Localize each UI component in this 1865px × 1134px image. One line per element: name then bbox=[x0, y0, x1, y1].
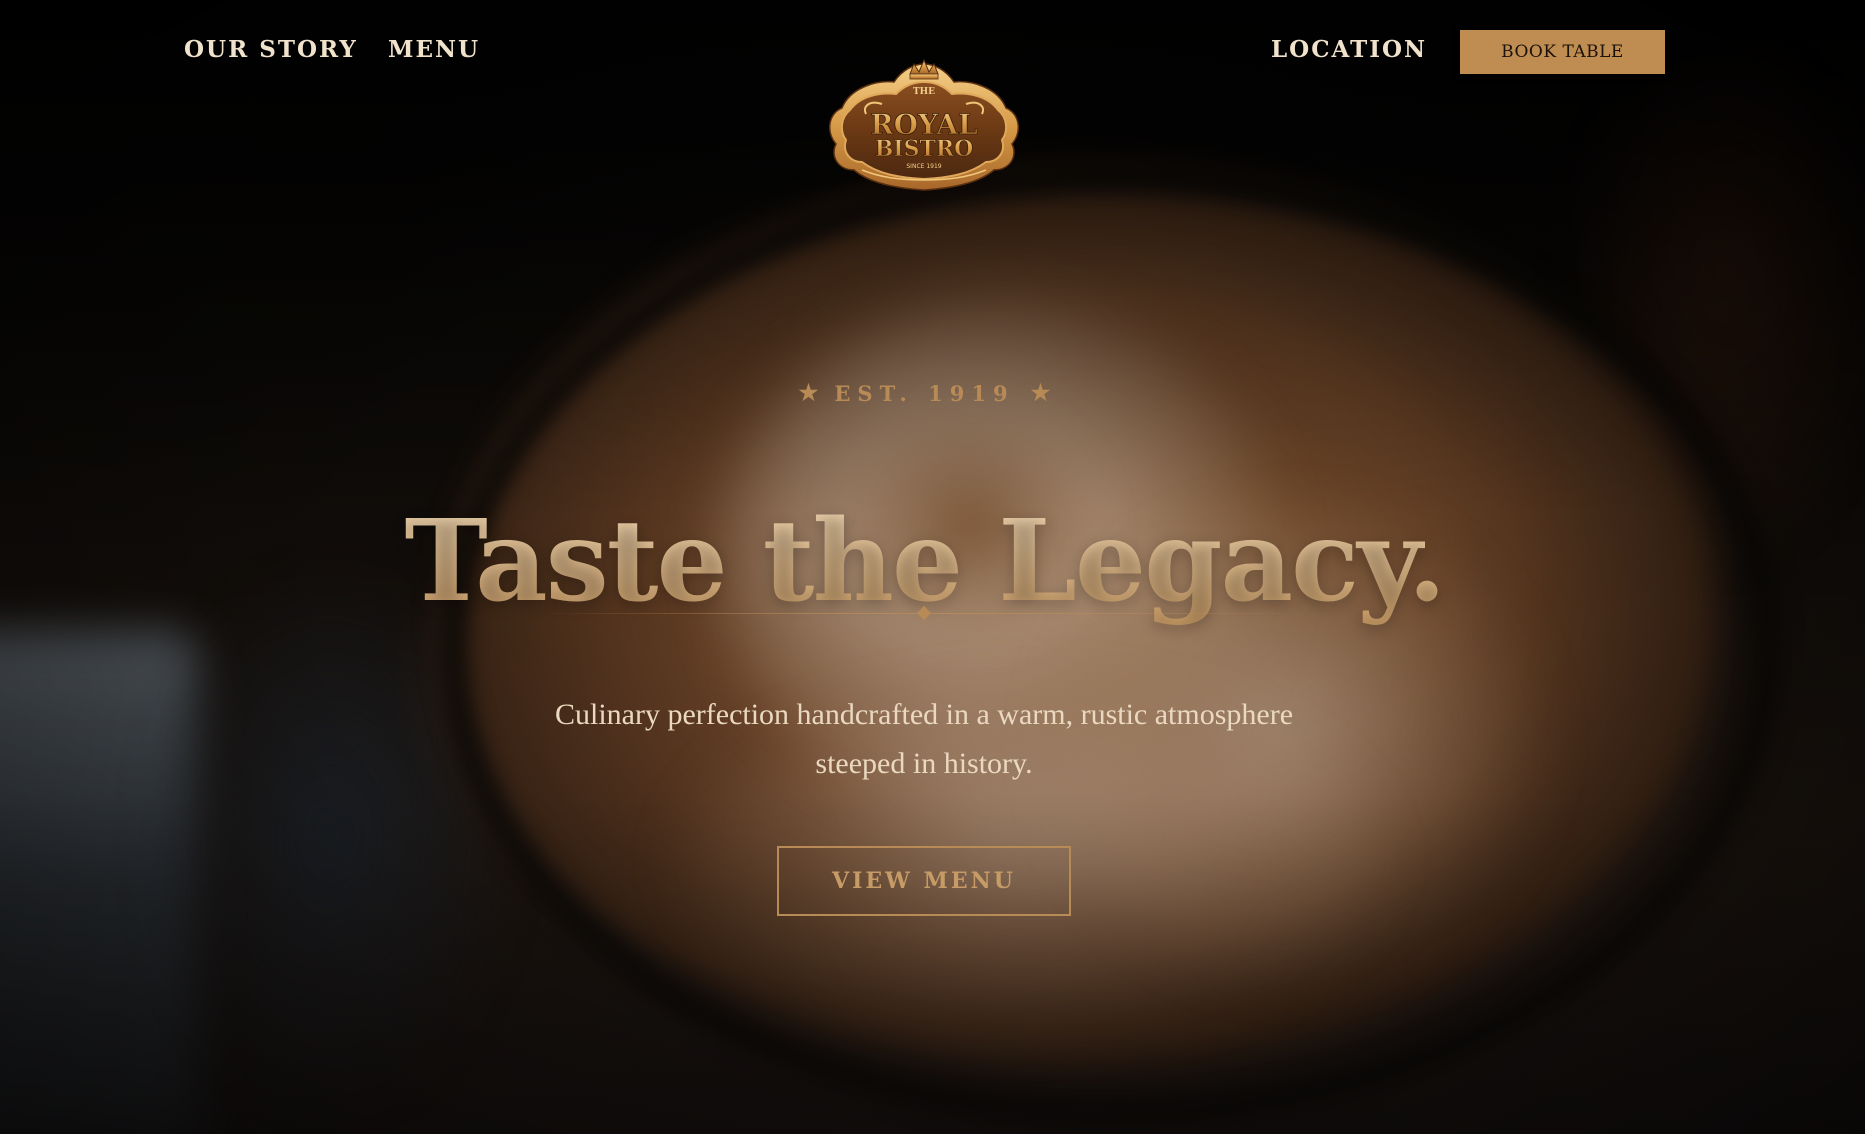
established-line: ★ EST. 1919 ★ bbox=[0, 380, 1849, 406]
book-table-button[interactable]: BOOK TABLE bbox=[1460, 30, 1665, 74]
hero-subtitle: Culinary perfection handcrafted in a war… bbox=[470, 690, 1378, 788]
view-menu-button[interactable]: VIEW MENU bbox=[777, 846, 1071, 916]
svg-text:THE: THE bbox=[913, 87, 935, 97]
nav-link-menu[interactable]: MENU bbox=[388, 36, 480, 63]
svg-text:BISTRO: BISTRO bbox=[875, 136, 974, 162]
star-icon: ★ bbox=[1030, 380, 1051, 406]
subtitle-line-2: steeped in history. bbox=[815, 747, 1033, 780]
nav-link-our-story[interactable]: OUR STORY bbox=[184, 36, 358, 63]
royal-bistro-logo[interactable]: THE ROYAL BISTRO SINCE 1919 bbox=[822, 52, 1026, 194]
nav-link-location[interactable]: LOCATION bbox=[1271, 36, 1427, 63]
est-label: EST. 1919 bbox=[834, 380, 1015, 406]
subtitle-line-1: Culinary perfection handcrafted in a war… bbox=[554, 698, 1294, 731]
star-icon: ★ bbox=[798, 380, 819, 406]
svg-text:SINCE 1919: SINCE 1919 bbox=[906, 163, 941, 170]
